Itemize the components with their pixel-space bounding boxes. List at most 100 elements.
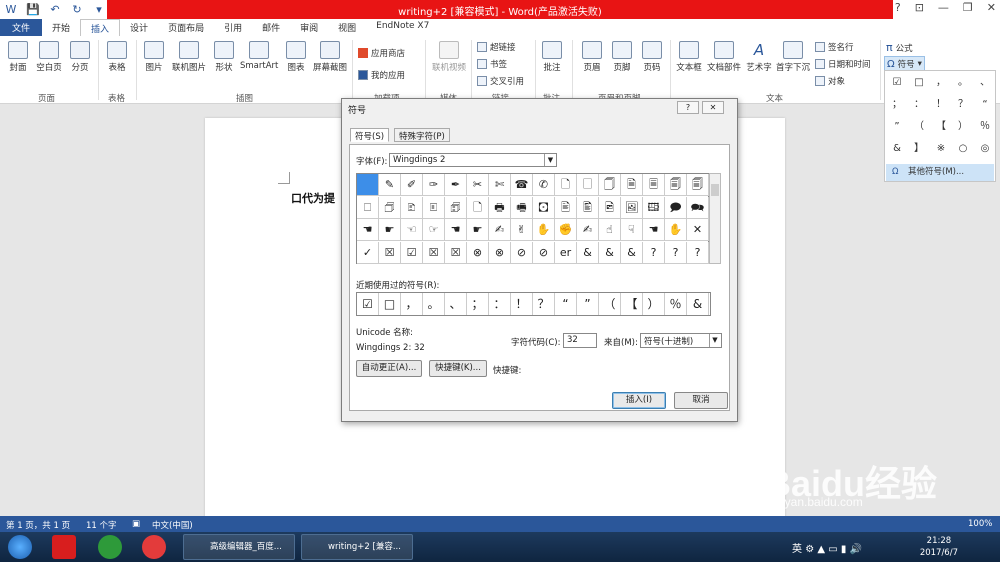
symbol-cell[interactable]: 、 bbox=[974, 73, 996, 93]
symbol-grid-cell[interactable]: ☒ bbox=[379, 241, 401, 264]
symbol-grid-cell[interactable]: ⊘ bbox=[533, 241, 555, 264]
symbol-grid-cell[interactable]: ☜ bbox=[401, 219, 423, 241]
cover-page-button[interactable]: 封面 bbox=[6, 41, 30, 73]
store-button[interactable]: 应用商店 bbox=[358, 47, 405, 59]
symbol-grid-cell[interactable]: ✊ bbox=[555, 219, 577, 241]
textbox-button[interactable]: 文本框 bbox=[676, 41, 702, 73]
symbol-grid-cell[interactable]: 🗎 bbox=[621, 174, 643, 196]
taskbar-item-word[interactable]: writing+2 [兼容... bbox=[301, 534, 413, 560]
dialog-close-button[interactable]: ✕ bbox=[702, 101, 724, 114]
symbol-grid-cell[interactable]: ✋ bbox=[665, 219, 687, 241]
symbol-cell[interactable]: ※ bbox=[930, 139, 952, 159]
recent-symbol-cell[interactable]: 。 bbox=[423, 293, 445, 315]
hyperlink-button[interactable]: 超链接 bbox=[477, 41, 516, 53]
minimize-button[interactable]: — bbox=[938, 1, 949, 14]
word-count[interactable]: 11 个字 bbox=[86, 519, 117, 531]
symbol-grid-cell[interactable]: ✍ bbox=[489, 219, 511, 241]
symbol-grid-cell[interactable]: ✓ bbox=[357, 241, 379, 264]
symbol-grid-cell[interactable]: ✋ bbox=[533, 219, 555, 241]
footer-button[interactable]: 页脚 bbox=[610, 41, 634, 73]
tab-endnote[interactable]: EndNote X7 bbox=[366, 19, 439, 36]
symbol-grid-cell[interactable]: 🗋 bbox=[467, 196, 489, 219]
symbol-cell[interactable]: “ bbox=[974, 95, 996, 115]
symbol-cell[interactable]: ！ bbox=[930, 95, 952, 115]
symbol-grid-cell[interactable]: ☞ bbox=[423, 219, 445, 241]
chart-button[interactable]: 图表 bbox=[284, 41, 308, 73]
browser-icon[interactable] bbox=[98, 535, 122, 559]
symbol-grid-scrollbar[interactable] bbox=[709, 173, 721, 264]
scrollbar-thumb[interactable] bbox=[711, 184, 719, 196]
close-button[interactable]: ✕ bbox=[987, 1, 996, 14]
recent-symbol-cell[interactable]: ） bbox=[643, 293, 665, 315]
recent-symbol-cell[interactable]: & bbox=[687, 293, 709, 315]
symbol-grid-cell[interactable]: ✄ bbox=[489, 174, 511, 196]
date-time-button[interactable]: 日期和时间 bbox=[815, 58, 871, 70]
symbol-cell[interactable]: ？ bbox=[952, 95, 974, 115]
symbol-cell[interactable]: ， bbox=[930, 73, 952, 93]
tab-symbols[interactable]: 符号(S) bbox=[350, 128, 390, 142]
tab-file[interactable]: 文件 bbox=[0, 19, 43, 36]
taskbar-item-editor[interactable]: 高级编辑器_百度... bbox=[183, 534, 295, 560]
recent-symbol-cell[interactable]: “ bbox=[555, 293, 577, 315]
symbol-grid-cell[interactable]: ☚ bbox=[357, 219, 379, 241]
insert-button[interactable]: 插入(I) bbox=[612, 392, 666, 409]
symbol-grid-cell[interactable]: ✑ bbox=[423, 174, 445, 196]
recent-symbol-cell[interactable]: （ bbox=[599, 293, 621, 315]
recent-symbol-cell[interactable]: ！ bbox=[511, 293, 533, 315]
symbol-grid-cell[interactable]: 🖺 bbox=[577, 196, 599, 219]
symbol-grid-cell[interactable]: er bbox=[555, 241, 577, 264]
dropcap-button[interactable]: 首字下沉 bbox=[774, 41, 812, 73]
symbol-grid-cell[interactable]: ✆ bbox=[533, 174, 555, 196]
symbol-grid-cell[interactable]: ? bbox=[643, 241, 665, 264]
from-select[interactable]: 符号(十进制) ▼ bbox=[640, 333, 722, 348]
symbol-grid-cell[interactable]: ☒ bbox=[423, 241, 445, 264]
symbol-grid-cell[interactable]: ✐ bbox=[401, 174, 423, 196]
symbol-cell[interactable]: ； bbox=[886, 95, 908, 115]
object-button[interactable]: 对象 bbox=[815, 75, 845, 87]
symbol-cell[interactable]: 【 bbox=[930, 117, 952, 137]
my-apps-button[interactable]: 我的应用 bbox=[358, 69, 405, 81]
symbol-grid-cell[interactable]: ✎ bbox=[379, 174, 401, 196]
symbol-grid-cell[interactable]: 🗍 bbox=[599, 174, 621, 196]
youdao-icon[interactable] bbox=[52, 535, 76, 559]
symbol-grid-cell[interactable]: 🗉 bbox=[423, 196, 445, 219]
online-video-button[interactable]: 联机视频 bbox=[430, 41, 468, 73]
table-button[interactable]: 表格 bbox=[105, 41, 129, 73]
help-button[interactable]: ? bbox=[895, 1, 901, 14]
symbol-grid-cell[interactable]: ⊗ bbox=[489, 241, 511, 264]
symbol-grid-cell[interactable]: ☎ bbox=[511, 174, 533, 196]
symbol-grid-cell[interactable]: ? bbox=[687, 241, 709, 264]
bookmark-button[interactable]: 书签 bbox=[477, 58, 507, 70]
symbol-grid-cell[interactable]: 🖶 bbox=[489, 196, 511, 219]
tab-review[interactable]: 审阅 bbox=[290, 19, 328, 36]
symbol-grid-cell[interactable]: 🗋 bbox=[555, 174, 577, 196]
symbol-grid-cell[interactable]: 🗪 bbox=[687, 196, 709, 219]
symbol-grid-cell[interactable]: ✍ bbox=[577, 219, 599, 241]
symbol-grid-cell[interactable]: 🖻 bbox=[599, 196, 621, 219]
more-symbols-button[interactable]: Ω 其他符号(M)... bbox=[886, 164, 994, 181]
recent-symbol-cell[interactable]: ； bbox=[467, 293, 489, 315]
recent-symbol-cell[interactable]: ” bbox=[577, 293, 599, 315]
symbol-grid-cell[interactable]: 🗩 bbox=[665, 196, 687, 219]
symbol-grid-cell[interactable]: 🖼 bbox=[621, 196, 643, 219]
recent-symbol-cell[interactable]: 【 bbox=[621, 293, 643, 315]
dialog-help-button[interactable]: ? bbox=[677, 101, 699, 114]
symbol-grid-cell[interactable]: 🗐 bbox=[665, 174, 687, 196]
symbol-cell[interactable]: ） bbox=[952, 117, 974, 137]
symbol-cell[interactable]: ％ bbox=[974, 117, 996, 137]
symbol-grid-cell[interactable]: ☛ bbox=[379, 219, 401, 241]
symbol-grid-cell[interactable]: 🗌 bbox=[577, 174, 599, 196]
symbol-grid-cell[interactable]: ✂ bbox=[467, 174, 489, 196]
symbol-grid-cell[interactable]: 🖸 bbox=[533, 196, 555, 219]
page-count[interactable]: 第 1 页，共 1 页 bbox=[6, 519, 70, 531]
restore-button[interactable]: ❐ bbox=[963, 1, 973, 14]
signature-line-button[interactable]: 签名行 bbox=[815, 41, 854, 53]
symbol-cell[interactable]: ◎ bbox=[974, 139, 996, 159]
symbol-grid-cell[interactable]: & bbox=[577, 241, 599, 264]
recent-symbol-cell[interactable]: ： bbox=[489, 293, 511, 315]
symbol-grid-cell[interactable]: ⊘ bbox=[511, 241, 533, 264]
symbol-cell[interactable]: 】 bbox=[908, 139, 930, 159]
symbol-cell[interactable]: & bbox=[886, 139, 908, 159]
page-number-button[interactable]: 页码 bbox=[640, 41, 664, 73]
symbol-grid-cell[interactable]: 🖹 bbox=[555, 196, 577, 219]
